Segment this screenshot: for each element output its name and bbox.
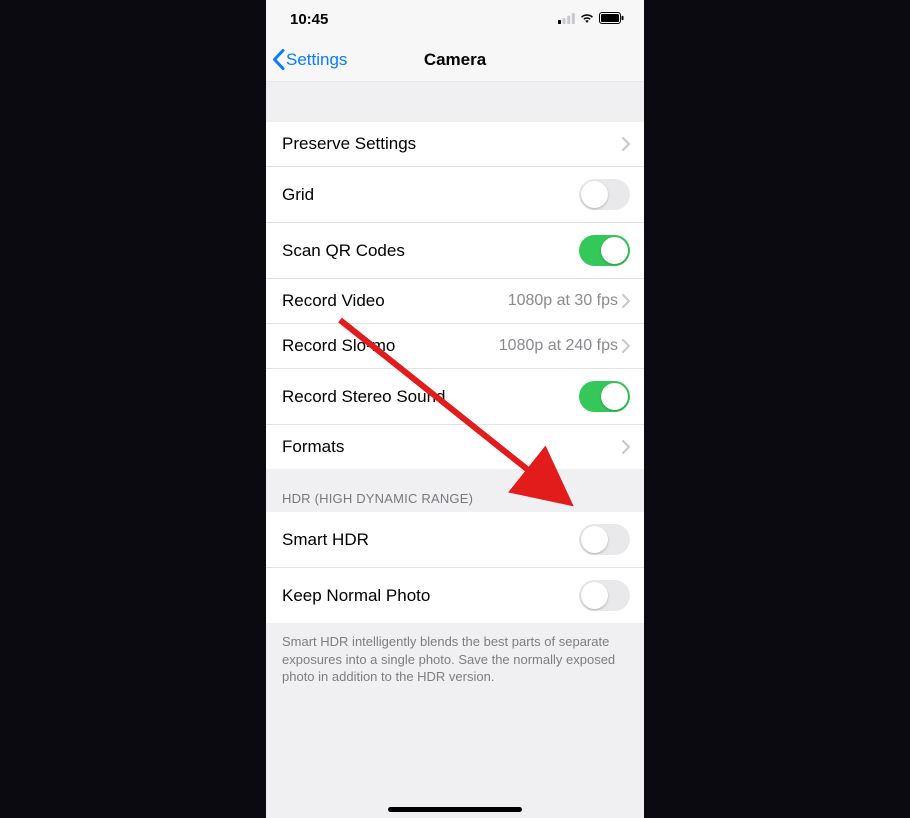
row-label: Preserve Settings [282, 134, 622, 154]
row-keep-normal-photo[interactable]: Keep Normal Photo [266, 568, 644, 623]
row-formats[interactable]: Formats [266, 425, 644, 469]
row-label: Scan QR Codes [282, 241, 579, 261]
status-time: 10:45 [290, 11, 328, 28]
section-footer-hdr: Smart HDR intelligently blends the best … [266, 623, 644, 692]
settings-list-1: Preserve Settings Grid Scan QR Codes Rec… [266, 122, 644, 469]
row-label: Record Slo-mo [282, 336, 499, 356]
toggle-smart-hdr[interactable] [579, 524, 630, 555]
row-label: Record Stereo Sound [282, 387, 579, 407]
wifi-icon [579, 11, 595, 28]
row-label: Record Video [282, 291, 508, 311]
back-label: Settings [286, 50, 347, 70]
toggle-record-stereo[interactable] [579, 381, 630, 412]
back-button[interactable]: Settings [266, 49, 347, 70]
toggle-grid[interactable] [579, 179, 630, 210]
chevron-right-icon [622, 294, 630, 308]
row-label: Grid [282, 185, 579, 205]
chevron-left-icon [272, 49, 285, 70]
phone-screen: 10:45 Settings Camera Preserve Settings … [266, 0, 644, 818]
row-record-video[interactable]: Record Video 1080p at 30 fps [266, 279, 644, 324]
toggle-keep-normal[interactable] [579, 580, 630, 611]
row-record-slomo[interactable]: Record Slo-mo 1080p at 240 fps [266, 324, 644, 369]
row-label: Formats [282, 437, 622, 457]
row-label: Smart HDR [282, 530, 579, 550]
chevron-right-icon [622, 137, 630, 151]
chevron-right-icon [622, 440, 630, 454]
row-label: Keep Normal Photo [282, 586, 579, 606]
toggle-scan-qr[interactable] [579, 235, 630, 266]
home-indicator[interactable] [388, 807, 522, 812]
row-value: 1080p at 30 fps [508, 292, 618, 310]
row-grid[interactable]: Grid [266, 167, 644, 223]
row-preserve-settings[interactable]: Preserve Settings [266, 122, 644, 167]
row-record-stereo[interactable]: Record Stereo Sound [266, 369, 644, 425]
battery-icon [599, 11, 624, 28]
navbar: Settings Camera [266, 38, 644, 82]
row-smart-hdr[interactable]: Smart HDR [266, 512, 644, 568]
status-right [558, 11, 624, 28]
status-bar: 10:45 [266, 0, 644, 38]
chevron-right-icon [622, 339, 630, 353]
spacer [266, 82, 644, 122]
row-scan-qr[interactable]: Scan QR Codes [266, 223, 644, 279]
section-header-hdr: HDR (HIGH DYNAMIC RANGE) [266, 469, 644, 512]
cellular-signal-icon [558, 11, 575, 28]
row-value: 1080p at 240 fps [499, 337, 618, 355]
settings-list-hdr: Smart HDR Keep Normal Photo [266, 512, 644, 623]
